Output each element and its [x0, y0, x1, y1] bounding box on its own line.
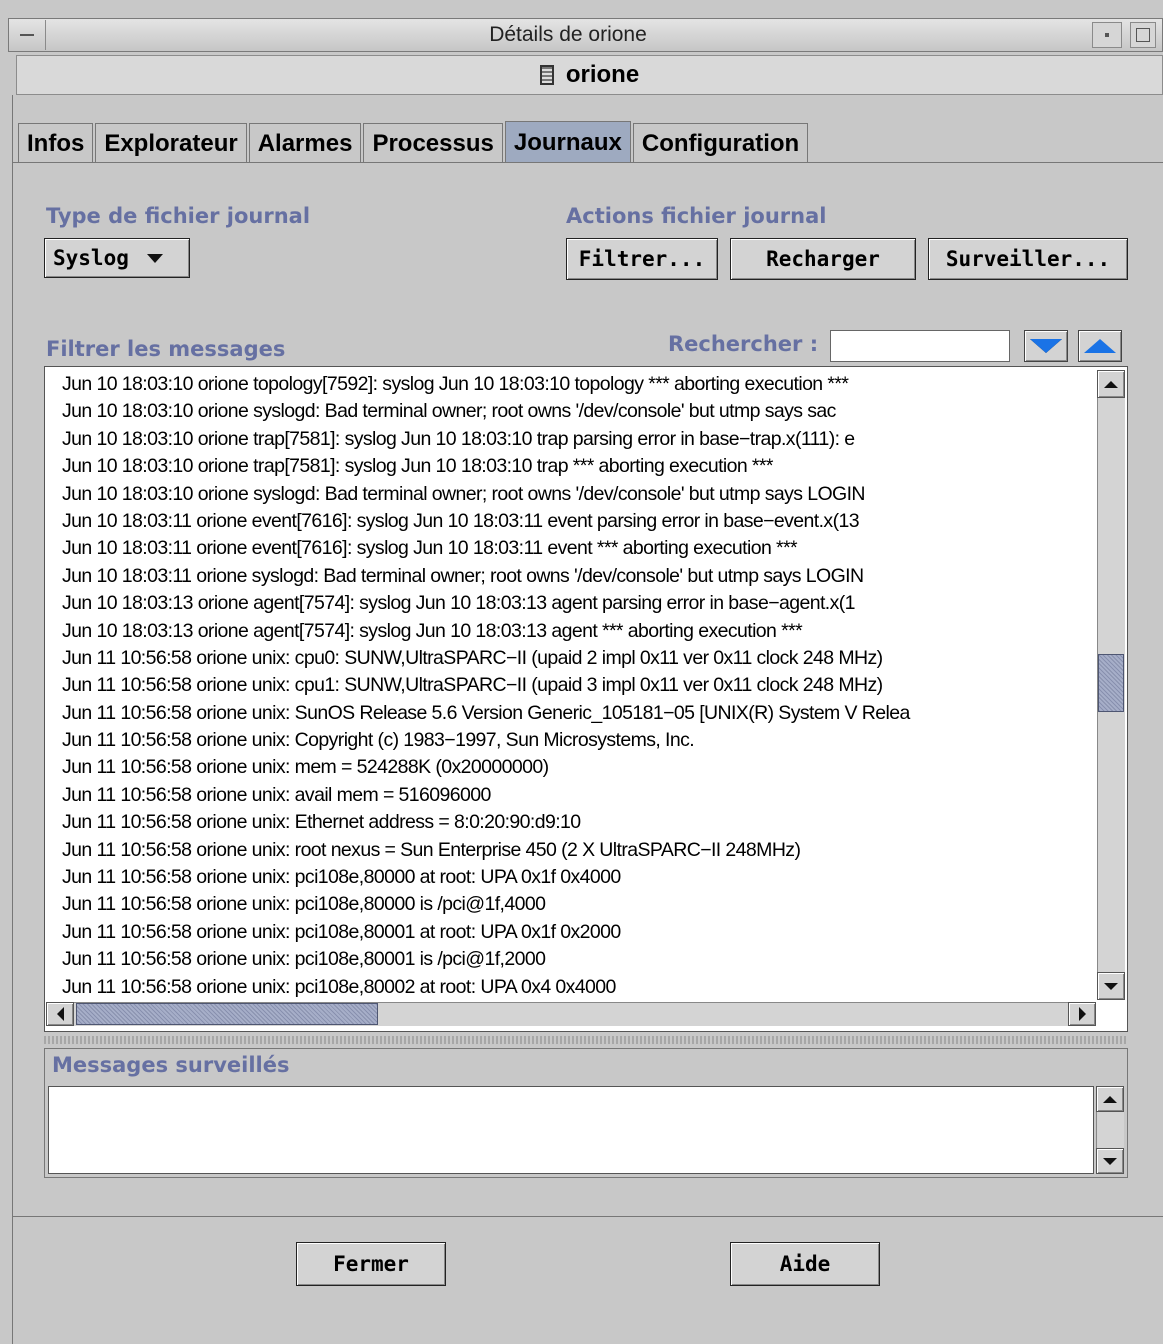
list-item[interactable]: Jun 10 18:03:11 orione event[7616]: sysl…	[62, 535, 1094, 562]
list-item[interactable]: Jun 10 18:03:10 orione topology[7592]: s…	[62, 371, 1094, 398]
help-button[interactable]: Aide	[730, 1242, 880, 1286]
scroll-left-button[interactable]	[46, 1002, 74, 1026]
list-item[interactable]: Jun 11 10:56:58 orione unix: pci108e,800…	[62, 919, 1094, 946]
arrow-down-icon	[1103, 1157, 1117, 1165]
tab-explorateur[interactable]: Explorateur	[95, 123, 247, 163]
scroll-right-button[interactable]	[1068, 1002, 1096, 1026]
list-item[interactable]: Jun 11 10:56:58 orione unix: avail mem =…	[62, 782, 1094, 809]
split-pane-divider[interactable]	[44, 1036, 1128, 1044]
host-icon	[539, 65, 554, 85]
list-item[interactable]: Jun 10 18:03:10 orione syslogd: Bad term…	[62, 398, 1094, 425]
host-name: orione	[565, 61, 640, 88]
log-lines: Jun 10 18:03:10 orione topology[7592]: s…	[62, 371, 1094, 1001]
list-item[interactable]: Jun 10 18:03:13 orione agent[7574]: sysl…	[62, 618, 1094, 645]
tab-processus[interactable]: Processus	[363, 123, 503, 163]
list-item[interactable]: Jun 11 10:56:58 orione unix: pci108e,800…	[62, 946, 1094, 973]
panel-border	[12, 95, 13, 1344]
search-input[interactable]	[830, 330, 1010, 362]
host-header: orione	[16, 55, 1163, 95]
tab-alarmes[interactable]: Alarmes	[248, 123, 362, 163]
chevron-down-icon	[146, 253, 163, 263]
arrow-down-icon	[1030, 339, 1062, 353]
maximize-icon	[1136, 28, 1150, 42]
scroll-down-button[interactable]	[1097, 972, 1125, 1000]
watched-scroll-up-button[interactable]	[1096, 1086, 1124, 1112]
tab-configuration[interactable]: Configuration	[632, 123, 809, 163]
menu-icon	[19, 34, 34, 36]
watch-button[interactable]: Surveiller...	[928, 238, 1128, 280]
search-next-button[interactable]	[1024, 330, 1068, 362]
search-previous-button[interactable]	[1078, 330, 1122, 362]
horizontal-scroll-thumb[interactable]	[76, 1003, 378, 1025]
window-menu-button[interactable]	[8, 20, 46, 50]
arrow-right-icon	[1078, 1007, 1086, 1021]
list-item[interactable]: Jun 11 10:56:58 orione unix: mem = 52428…	[62, 754, 1094, 781]
arrow-up-icon	[1104, 380, 1118, 388]
list-item[interactable]: Jun 11 10:56:58 orione unix: root nexus …	[62, 837, 1094, 864]
list-item[interactable]: Jun 10 18:03:13 orione agent[7574]: sysl…	[62, 590, 1094, 617]
arrow-left-icon	[56, 1007, 64, 1021]
arrow-down-icon	[1104, 982, 1118, 990]
list-item[interactable]: Jun 10 18:03:10 orione trap[7581]: syslo…	[62, 426, 1094, 453]
log-actions-label: Actions fichier journal	[566, 204, 827, 228]
footer-divider	[12, 1216, 1163, 1217]
log-type-select[interactable]: Syslog	[44, 238, 190, 278]
list-item[interactable]: Jun 10 18:03:11 orione event[7616]: sysl…	[62, 508, 1094, 535]
tab-divider	[12, 162, 1163, 163]
watched-scroll-down-button[interactable]	[1096, 1148, 1124, 1174]
list-item[interactable]: Jun 11 10:56:58 orione unix: cpu0: SUNW,…	[62, 645, 1094, 672]
list-item[interactable]: Jun 10 18:03:11 orione syslogd: Bad term…	[62, 563, 1094, 590]
list-item[interactable]: Jun 11 10:56:58 orione unix: pci108e,800…	[62, 974, 1094, 1001]
log-type-label: Type de fichier journal	[46, 204, 311, 228]
list-item[interactable]: Jun 11 10:56:58 orione unix: pci108e,800…	[62, 864, 1094, 891]
close-button[interactable]: Fermer	[296, 1242, 446, 1286]
search-label: Rechercher :	[668, 332, 819, 356]
minimize-icon	[1105, 33, 1109, 37]
filter-button[interactable]: Filtrer...	[566, 238, 718, 280]
minimize-button[interactable]	[1092, 22, 1122, 48]
arrow-up-icon	[1103, 1095, 1117, 1103]
list-item[interactable]: Jun 11 10:56:58 orione unix: Copyright (…	[62, 727, 1094, 754]
list-item[interactable]: Jun 11 10:56:58 orione unix: cpu1: SUNW,…	[62, 672, 1094, 699]
tab-infos[interactable]: Infos	[18, 123, 94, 163]
filter-messages-label: Filtrer les messages	[46, 337, 286, 361]
reload-button[interactable]: Recharger	[730, 238, 916, 280]
tab-journaux[interactable]: Journaux	[504, 121, 631, 163]
window-title: Détails de orione	[489, 23, 647, 46]
list-item[interactable]: Jun 10 18:03:10 orione syslogd: Bad term…	[62, 481, 1094, 508]
maximize-button[interactable]	[1130, 22, 1156, 48]
list-item[interactable]: Jun 10 18:03:10 orione trap[7581]: syslo…	[62, 453, 1094, 480]
watched-messages-list[interactable]	[48, 1086, 1094, 1174]
vertical-scroll-thumb[interactable]	[1098, 654, 1124, 712]
list-item[interactable]: Jun 11 10:56:58 orione unix: SunOS Relea…	[62, 700, 1094, 727]
list-item[interactable]: Jun 11 10:56:58 orione unix: Ethernet ad…	[62, 809, 1094, 836]
scroll-up-button[interactable]	[1097, 370, 1125, 398]
arrow-up-icon	[1084, 339, 1116, 353]
list-item[interactable]: Jun 11 10:56:58 orione unix: pci108e,800…	[62, 891, 1094, 918]
log-type-value: Syslog	[53, 246, 129, 270]
watched-messages-label: Messages surveillés	[52, 1053, 290, 1077]
tab-strip: Infos Explorateur Alarmes Processus Jour…	[18, 121, 810, 163]
